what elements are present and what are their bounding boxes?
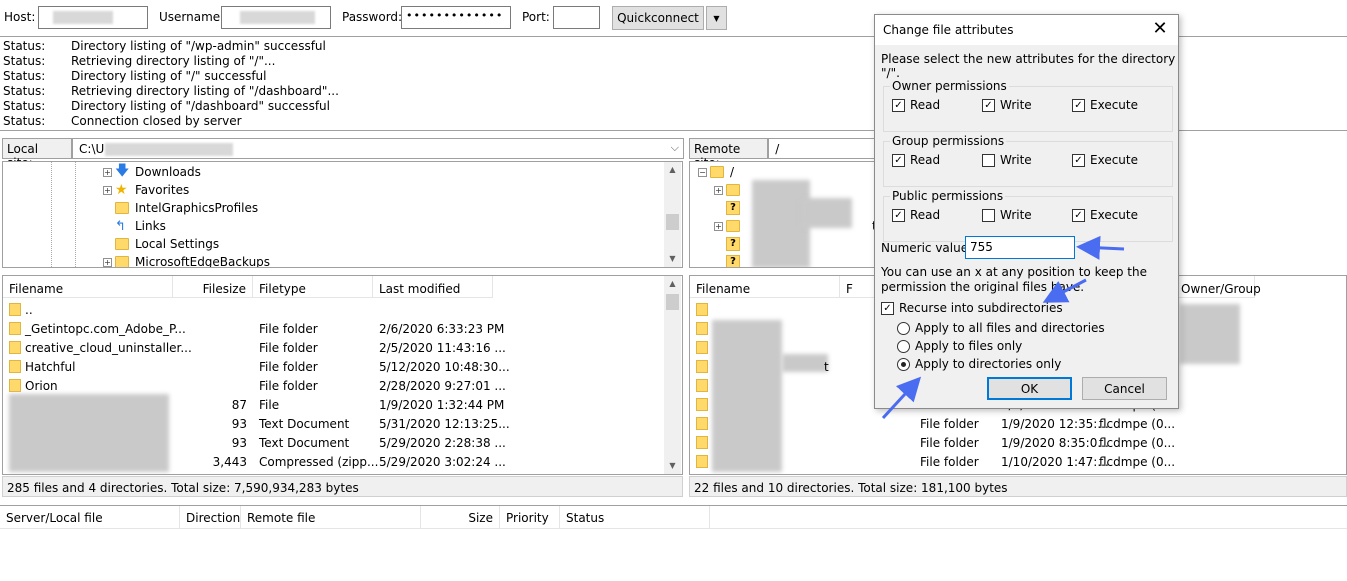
arrow-to-numeric-icon xyxy=(1076,235,1125,260)
arrow-to-recurse-icon xyxy=(1042,278,1087,303)
annotation-arrows xyxy=(881,235,1125,420)
arrow-to-directories-icon xyxy=(881,376,922,420)
